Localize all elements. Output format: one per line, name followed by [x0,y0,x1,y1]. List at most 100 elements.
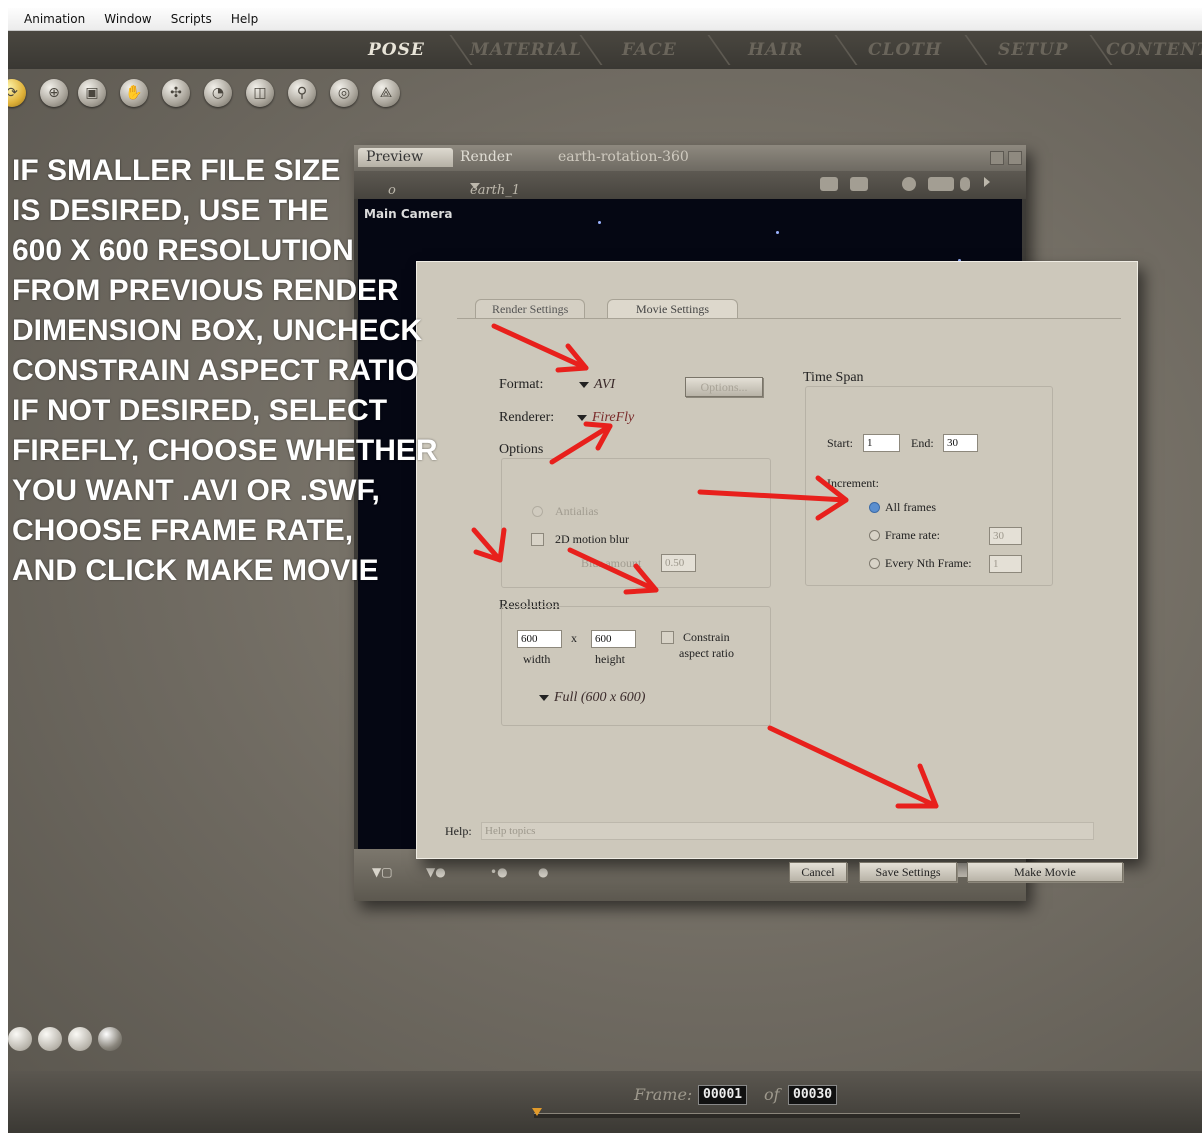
every-nth-frame-input[interactable]: 1 [989,555,1022,573]
tab-divider [812,35,858,65]
cancel-button[interactable]: Cancel [789,862,847,882]
tab-pose[interactable]: POSE [368,40,425,60]
morph-tool-icon[interactable]: ⟁ [372,79,400,107]
make-movie-button[interactable]: Make Movie [967,862,1123,882]
all-frames-label: All frames [885,500,936,514]
chevron-down-icon [579,381,589,388]
blur-amount-label: Blur amount [581,556,642,570]
light-globe-icon[interactable] [98,1027,122,1051]
chevron-down-icon [539,694,549,701]
tab-hair[interactable]: HAIR [748,40,803,60]
annotation-line: FIREFLY, CHOOSE WHETHER [12,434,438,467]
menu-scripts[interactable]: Scripts [171,8,212,30]
light-ball-icon[interactable] [38,1027,62,1051]
frame-icon[interactable] [850,177,868,191]
every-nth-frame-label: Every Nth Frame: [885,556,972,570]
chain-break-tool-icon[interactable]: ◫ [246,79,274,107]
translate-tool-icon[interactable]: ▣ [78,79,106,107]
room-tabs: POSE MATERIAL FACE HAIR CLOTH SETUP CONT… [8,31,1202,69]
instruction-annotation: IF SMALLER FILE SIZE IS DESIRED, USE THE… [12,151,532,591]
blur-amount-input[interactable]: 0.50 [661,554,696,572]
tab-divider [685,35,731,65]
frame-label: Frame: [634,1085,693,1104]
camera-icon[interactable] [820,177,838,191]
antialias-label: Antialias [555,504,599,518]
color-tool-icon[interactable]: ⚲ [288,79,316,107]
animation-timeline: Frame: 00001 of 00030 [8,1071,1202,1133]
constrain-label-line2: aspect ratio [679,646,734,660]
annotation-line: CONSTRAIN ASPECT RATIO [12,354,419,387]
frame-rate-label: Frame rate: [885,528,940,542]
tab-setup[interactable]: SETUP [998,40,1069,60]
annotation-line: CHOOSE FRAME RATE, [12,514,354,547]
all-frames-radio[interactable] [869,502,880,513]
format-value: AVI [594,377,616,392]
end-frame-input[interactable]: 30 [943,434,978,452]
frame-rate-radio[interactable] [869,530,880,541]
annotation-line: YOU WANT .AVI OR .SWF, [12,474,380,507]
tab-face[interactable]: FACE [622,40,677,60]
start-label: Start: [827,436,853,450]
tab-cloth[interactable]: CLOTH [868,40,942,60]
format-select[interactable]: AVI [579,377,615,393]
save-settings-button[interactable]: Save Settings [859,862,957,882]
annotation-line: DIMENSION BOX, UNCHECK [12,314,423,347]
resolution-preset-select[interactable]: Full (600 x 600) [539,690,645,706]
menu-animation[interactable]: Animation [24,8,85,30]
renderer-value: FireFly [592,410,635,425]
scale-tool-icon[interactable]: ✣ [162,79,190,107]
tab-movie-settings[interactable]: Movie Settings [607,299,739,318]
width-input[interactable]: 600 [517,630,562,648]
close-icon[interactable] [1008,151,1022,165]
dimension-separator: x [571,631,577,645]
twist-tool-icon[interactable]: ⊕ [40,79,68,107]
menu-window[interactable]: Window [104,8,151,30]
timeline-playhead[interactable] [532,1108,542,1116]
tab-divider [942,35,988,65]
light-ball-icon[interactable] [8,1027,32,1051]
star [776,231,779,234]
constrain-aspect-checkbox[interactable] [661,631,674,644]
annotation-line: AND CLICK MAKE MOVIE [12,554,379,587]
renderer-select[interactable]: FireFly [577,410,634,426]
play-icon[interactable] [984,177,990,187]
document-style-icon[interactable]: ▼● [426,865,446,879]
ball-icon[interactable] [902,177,916,191]
annotation-line: IF SMALLER FILE SIZE [12,154,341,187]
antialias-checkbox[interactable] [532,506,543,517]
options-button[interactable]: Options... [685,377,763,397]
tab-divider [427,35,473,65]
help-topics-field[interactable]: Help topics [481,822,1094,840]
current-frame-counter[interactable]: 00001 [698,1085,748,1105]
width-label: width [523,652,551,666]
display-style-icon[interactable]: ▼▢ [372,865,393,879]
move-cross-icon[interactable] [928,177,954,191]
hand-tool-icon[interactable]: ✋ [120,79,148,107]
hand-icon[interactable] [960,177,970,191]
background-icon[interactable]: ● [538,865,548,879]
start-frame-input[interactable]: 1 [863,434,900,452]
document-title: earth-rotation-360 [558,149,689,165]
annotation-line: 600 X 600 RESOLUTION [12,234,354,267]
depth-cue-icon[interactable]: •● [490,865,508,879]
height-input[interactable]: 600 [591,630,636,648]
timeline-slider[interactable] [534,1113,1020,1118]
help-label: Help: [445,824,472,838]
frame-rate-input[interactable]: 30 [989,527,1022,545]
grouping-tool-icon[interactable]: ◎ [330,79,358,107]
light-ball-icon[interactable] [68,1027,92,1051]
tab-content[interactable]: CONTENT [1106,40,1202,60]
menubar: Animation Window Scripts Help [8,8,1202,31]
motion-blur-checkbox[interactable] [531,533,544,546]
every-nth-frame-radio[interactable] [869,558,880,569]
total-frames-counter[interactable]: 00030 [788,1085,838,1105]
menu-help[interactable]: Help [231,8,258,30]
annotation-line: FROM PREVIOUS RENDER [12,274,399,307]
annotation-line: IF NOT DESIRED, SELECT [12,394,388,427]
increment-label: Increment: [827,476,879,490]
height-label: height [595,652,625,666]
chevron-down-icon [577,414,587,421]
taper-tool-icon[interactable]: ◔ [204,79,232,107]
maximize-icon[interactable] [990,151,1004,165]
rotate-tool-icon[interactable]: ⟳ [8,79,26,107]
